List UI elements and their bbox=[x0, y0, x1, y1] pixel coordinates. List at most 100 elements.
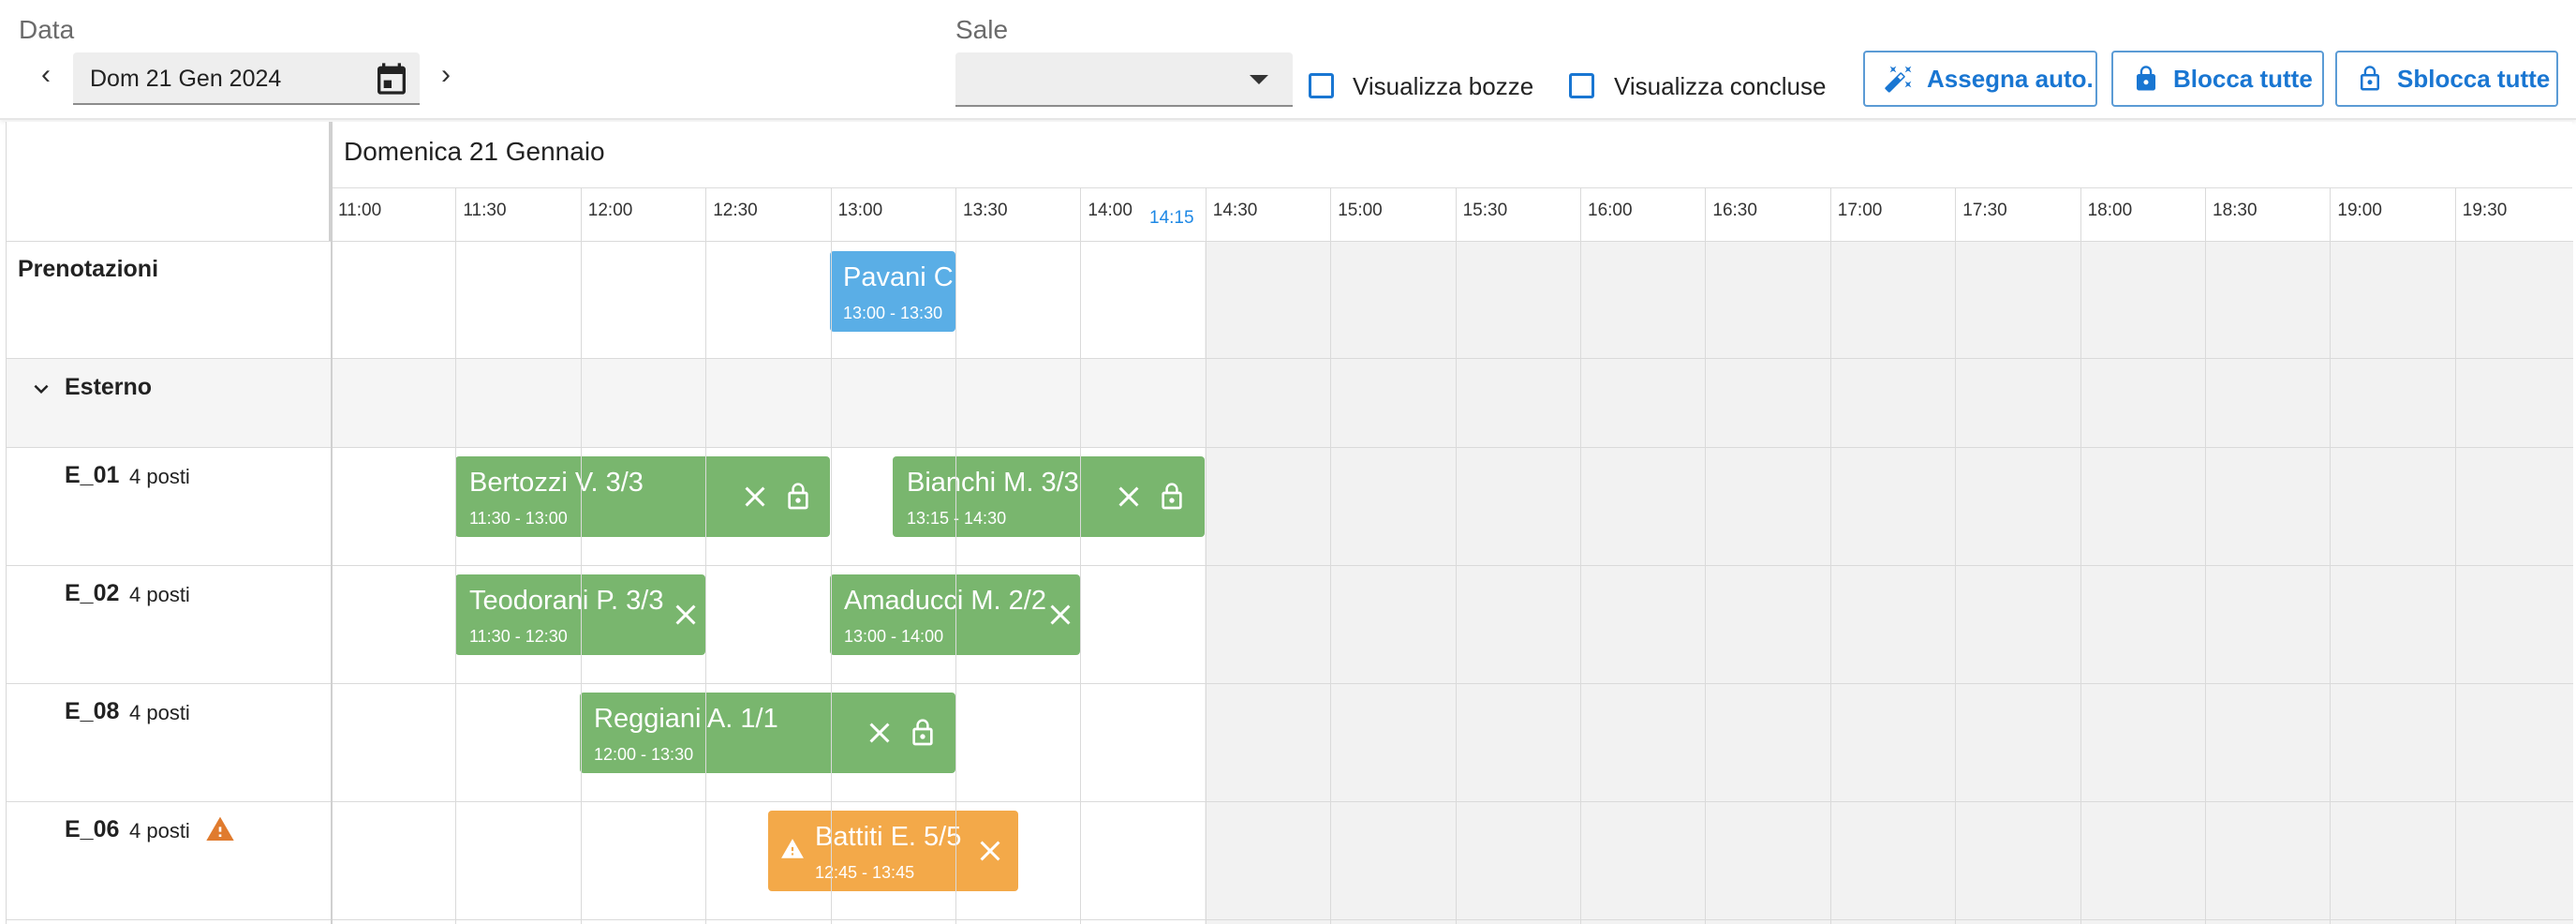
unlock-all-button[interactable]: Sblocca tutte bbox=[2335, 51, 2558, 107]
reservation-name: Bertozzi V. 3/3 bbox=[469, 468, 644, 498]
chevron-down-icon[interactable] bbox=[27, 375, 55, 403]
close-icon[interactable] bbox=[738, 480, 772, 514]
close-icon[interactable] bbox=[1044, 598, 1077, 632]
group-label: Esterno bbox=[65, 374, 153, 400]
toolbar: Data ‹ Dom 21 Gen 2024 › Sale Visualizza… bbox=[0, 0, 2576, 120]
reservation-time: 13:15 - 14:30 bbox=[907, 509, 1007, 528]
lock-all-button[interactable]: Blocca tutte bbox=[2111, 51, 2324, 107]
time-slot-label: 11:00 bbox=[338, 201, 382, 220]
time-slot-label: 13:30 bbox=[963, 201, 1008, 220]
show-completed-label: Visualizza concluse bbox=[1614, 72, 1827, 100]
table-seats: 4 posti bbox=[129, 819, 190, 842]
time-slot-label: 18:00 bbox=[2087, 201, 2133, 220]
table-row-e08 bbox=[7, 684, 2573, 802]
reservation-name: Teodorani P. 3/3 bbox=[469, 586, 664, 616]
auto-assign-label: Assegna auto. bbox=[1927, 64, 2094, 93]
time-slot-gridline bbox=[1455, 187, 1457, 924]
sale-select[interactable] bbox=[955, 52, 1293, 107]
warning-icon bbox=[781, 839, 804, 858]
time-slot-label: 18:30 bbox=[2213, 201, 2258, 220]
date-field[interactable]: Dom 21 Gen 2024 bbox=[73, 52, 420, 105]
time-slot-label: 15:30 bbox=[1462, 201, 1508, 220]
bookings-row bbox=[7, 242, 2573, 359]
bookings-row-label: Prenotazioni bbox=[18, 256, 159, 282]
reservation-time: 11:30 - 12:30 bbox=[469, 627, 568, 646]
close-icon[interactable] bbox=[863, 716, 896, 750]
time-slot-gridline bbox=[1829, 187, 1831, 924]
time-slot-label: 12:30 bbox=[713, 201, 758, 220]
lock-open-outline-icon bbox=[2361, 66, 2379, 91]
reservation-name: Bianchi M. 3/3 bbox=[907, 468, 1079, 498]
time-slot-gridline bbox=[580, 187, 582, 924]
show-drafts-checkbox[interactable] bbox=[1309, 73, 1334, 98]
time-slot-gridline bbox=[2330, 187, 2332, 924]
label-column-divider bbox=[331, 122, 333, 924]
reservation-name: Reggiani A. 1/1 bbox=[594, 704, 778, 734]
lock-open-outline-icon[interactable] bbox=[783, 480, 813, 514]
unlock-all-label: Sblocca tutte bbox=[2397, 64, 2551, 93]
table-row-e06 bbox=[7, 802, 2573, 920]
booking-time: 13:00 - 13:30 bbox=[843, 304, 943, 322]
time-slot-gridline bbox=[455, 187, 457, 924]
date-label: Data bbox=[19, 15, 75, 44]
table-row-e01 bbox=[7, 448, 2573, 566]
calendar-icon[interactable] bbox=[373, 60, 410, 97]
time-slot-gridline bbox=[1580, 187, 1581, 924]
time-slot-label: 16:30 bbox=[1712, 201, 1757, 220]
group-row-esterno[interactable] bbox=[7, 359, 2573, 448]
dropdown-arrow-icon bbox=[1250, 75, 1268, 84]
header-row bbox=[7, 122, 2573, 242]
table-seats: 4 posti bbox=[129, 465, 190, 488]
reservation-name: Battiti E. 5/5 bbox=[815, 822, 962, 852]
time-slot-label: 19:30 bbox=[2462, 201, 2508, 220]
show-completed-checkbox[interactable] bbox=[1569, 73, 1594, 98]
pending-booking-card[interactable]: Pavani C. 13:00 - 13:30 bbox=[830, 251, 961, 332]
time-slot-gridline bbox=[1955, 187, 1957, 924]
prev-day-button[interactable]: ‹ bbox=[32, 58, 60, 92]
time-slot-gridline bbox=[1205, 187, 1207, 924]
schedule-grid: Domenica 21 Gennaio 14:15 Prenotazioni E… bbox=[6, 122, 2573, 924]
reservation-card[interactable]: Bianchi M. 3/3 13:15 - 14:30 bbox=[893, 456, 1205, 537]
time-slot-label: 16:00 bbox=[1588, 201, 1633, 220]
close-icon[interactable] bbox=[973, 834, 1007, 868]
auto-assign-button[interactable]: Assegna auto. bbox=[1863, 51, 2097, 107]
next-day-button[interactable]: › bbox=[432, 58, 460, 92]
time-slot-gridline bbox=[955, 187, 956, 924]
time-slot-label: 19:00 bbox=[2337, 201, 2382, 220]
time-slot-label: 12:00 bbox=[587, 201, 633, 220]
lock-icon bbox=[2137, 66, 2155, 91]
reservation-card[interactable]: Reggiani A. 1/1 12:00 - 13:30 bbox=[580, 693, 955, 773]
time-slot-label: 15:00 bbox=[1338, 201, 1383, 220]
reservation-name: Amaducci M. 2/2 bbox=[844, 586, 1046, 616]
time-slot-gridline bbox=[2080, 187, 2081, 924]
close-icon[interactable] bbox=[669, 598, 703, 632]
sale-label: Sale bbox=[955, 15, 1009, 44]
time-slot-gridline bbox=[2205, 187, 2206, 924]
table-label: E_02 bbox=[65, 580, 120, 606]
time-slot-label: 17:30 bbox=[1962, 201, 2007, 220]
table-seats: 4 posti bbox=[129, 701, 190, 724]
time-slot-gridline bbox=[1705, 187, 1707, 924]
time-slot-gridline bbox=[705, 187, 707, 924]
reservation-card[interactable]: Bertozzi V. 3/3 11:30 - 13:00 bbox=[455, 456, 830, 537]
reservation-time: 13:00 - 14:00 bbox=[844, 627, 944, 646]
time-slot-label: 11:30 bbox=[463, 201, 507, 220]
close-icon[interactable] bbox=[1112, 480, 1146, 514]
table-seats: 4 posti bbox=[129, 583, 190, 606]
table-label: E_01 bbox=[65, 462, 120, 488]
lock-open-outline-icon[interactable] bbox=[908, 716, 938, 750]
reservation-card-warning[interactable]: Battiti E. 5/5 12:45 - 13:45 bbox=[768, 811, 1018, 891]
reservation-time: 11:30 - 13:00 bbox=[469, 509, 568, 528]
table-label: E_06 bbox=[65, 816, 120, 842]
time-slot-gridline bbox=[830, 187, 832, 924]
time-slot-gridline bbox=[1080, 187, 1082, 924]
warning-icon bbox=[206, 816, 234, 841]
date-value: Dom 21 Gen 2024 bbox=[90, 66, 282, 92]
lock-open-outline-icon[interactable] bbox=[1157, 480, 1187, 514]
table-label: E_08 bbox=[65, 698, 120, 724]
time-slot-label: 13:00 bbox=[837, 201, 883, 220]
booking-name: Pavani C. bbox=[843, 262, 961, 292]
time-slot-label: 14:30 bbox=[1212, 201, 1258, 220]
time-slot-label: 14:00 bbox=[1088, 201, 1133, 220]
table-row-e02 bbox=[7, 566, 2573, 684]
